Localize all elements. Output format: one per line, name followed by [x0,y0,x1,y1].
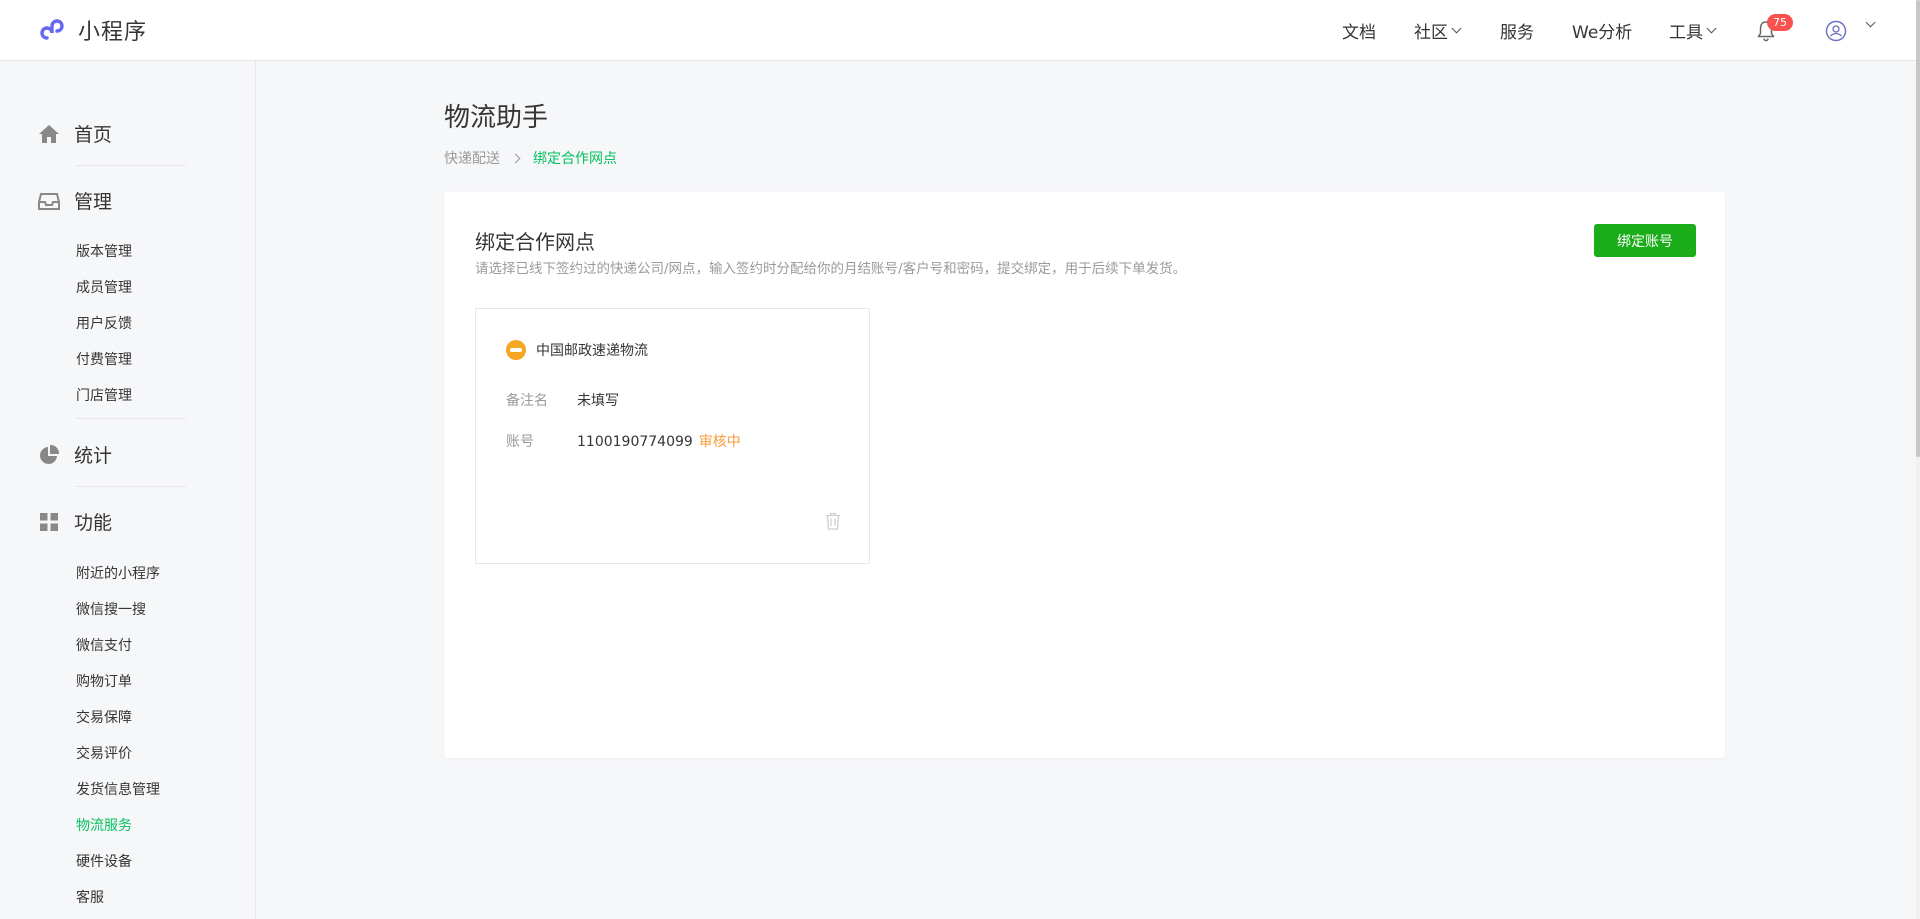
sidebar-item-members[interactable]: 成员管理 [76,277,132,297]
sidebar-manage-label: 管理 [74,191,113,213]
bind-partner-panel: 绑定合作网点 请选择已线下签约过的快递公司/网点，输入签约时分配给你的月结账号/… [444,192,1725,758]
grid-icon [40,512,58,531]
nav-services[interactable]: 服务 [1500,18,1534,43]
panel-description: 请选择已线下签约过的快递公司/网点，输入签约时分配给你的月结账号/客户号和密码，… [475,261,1187,277]
avatar-icon[interactable] [1825,20,1847,42]
sidebar-item-search[interactable]: 微信搜一搜 [76,599,146,619]
sidebar-item-customer-service[interactable]: 客服 [76,887,104,907]
sidebar-item-version[interactable]: 版本管理 [76,241,132,261]
sidebar-item-logistics[interactable]: 物流服务 [76,815,132,835]
sidebar-home-label: 首页 [74,124,113,146]
nav-services-label: 服务 [1500,23,1534,43]
sidebar-item-orders[interactable]: 购物订单 [76,671,132,691]
sidebar-item-reviews[interactable]: 交易评价 [76,743,132,763]
chevron-down-icon [1706,23,1717,34]
sidebar-stats-label: 统计 [74,445,113,467]
nav-community[interactable]: 社区 [1414,18,1462,43]
trash-icon[interactable] [825,512,841,530]
bind-account-button[interactable]: 绑定账号 [1594,224,1696,257]
sidebar-divider [76,486,186,487]
account-number: 1100190774099 [577,434,693,450]
nav-we-analytics-label: We分析 [1572,23,1633,43]
inbox-icon [38,192,60,210]
sidebar-item-payment-manage[interactable]: 付费管理 [76,349,132,369]
sidebar-divider [76,165,186,166]
sidebar-manage[interactable]: 管理 [38,187,112,214]
chevron-right-icon [510,153,521,163]
nav-tools[interactable]: 工具 [1669,18,1717,43]
remark-label: 备注名 [506,393,548,409]
app-logo[interactable]: 小程序 [38,14,147,46]
page-title: 物流助手 [444,103,549,133]
account-label: 账号 [506,434,534,450]
account-card: 中国邮政速递物流 备注名 未填写 账号 1100190774099 审核中 [475,308,870,564]
sidebar-item-shipping-info[interactable]: 发货信息管理 [76,779,160,799]
sidebar: 首页 管理 版本管理 成员管理 用户反馈 付费管理 门店管理 统计 功能 附近的… [0,61,256,919]
sidebar-features-label: 功能 [74,512,113,534]
home-icon [39,124,59,143]
remark-value: 未填写 [577,393,619,409]
miniprogram-logo-icon [40,19,64,40]
nav-docs[interactable]: 文档 [1342,18,1376,43]
breadcrumb-express-delivery[interactable]: 快递配送 [444,148,500,168]
sidebar-item-feedback[interactable]: 用户反馈 [76,313,132,333]
sidebar-item-hardware[interactable]: 硬件设备 [76,851,132,871]
chevron-down-icon [1451,23,1462,34]
nav-docs-label: 文档 [1342,23,1376,43]
sidebar-stats[interactable]: 统计 [38,441,112,468]
nav-we-analytics[interactable]: We分析 [1572,18,1632,43]
chevron-down-icon[interactable] [1865,17,1876,28]
sidebar-home[interactable]: 首页 [38,120,112,147]
breadcrumb-bind-partner: 绑定合作网点 [533,151,617,167]
top-navigation-bar: 小程序 文档 社区 服务 We分析 工具 75 [0,0,1916,61]
nav-tools-label: 工具 [1669,23,1703,43]
ems-logo-icon [506,340,526,360]
breadcrumb: 快递配送 绑定合作网点 [444,148,617,168]
vertical-scrollbar-thumb[interactable] [1916,0,1920,457]
sidebar-item-guarantee[interactable]: 交易保障 [76,707,132,727]
sidebar-features[interactable]: 功能 [38,508,112,535]
courier-company-name: 中国邮政速递物流 [536,343,648,359]
sidebar-item-stores[interactable]: 门店管理 [76,385,132,405]
account-value-row: 1100190774099 审核中 [577,431,741,451]
pie-chart-icon [40,444,60,464]
nav-community-label: 社区 [1414,23,1448,43]
app-name: 小程序 [78,20,148,45]
sidebar-item-wechat-pay[interactable]: 微信支付 [76,635,132,655]
sidebar-item-nearby[interactable]: 附近的小程序 [76,563,160,583]
notification-badge: 75 [1767,14,1793,31]
panel-title: 绑定合作网点 [475,230,595,254]
card-header: 中国邮政速递物流 [506,340,648,360]
sidebar-divider [76,418,186,419]
status-badge: 审核中 [698,434,741,450]
